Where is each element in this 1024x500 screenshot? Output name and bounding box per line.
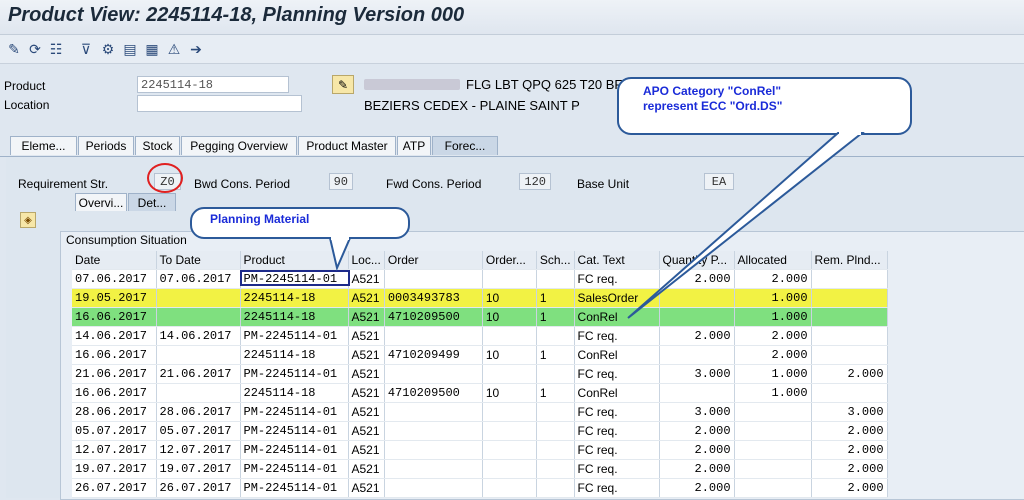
planning-material-pointer-mask	[331, 235, 349, 240]
planning-material-pointer	[328, 237, 352, 272]
apo-category-pointer-mask	[839, 130, 861, 135]
apo-category-pointer	[627, 132, 865, 319]
callout-pointers	[328, 130, 865, 319]
